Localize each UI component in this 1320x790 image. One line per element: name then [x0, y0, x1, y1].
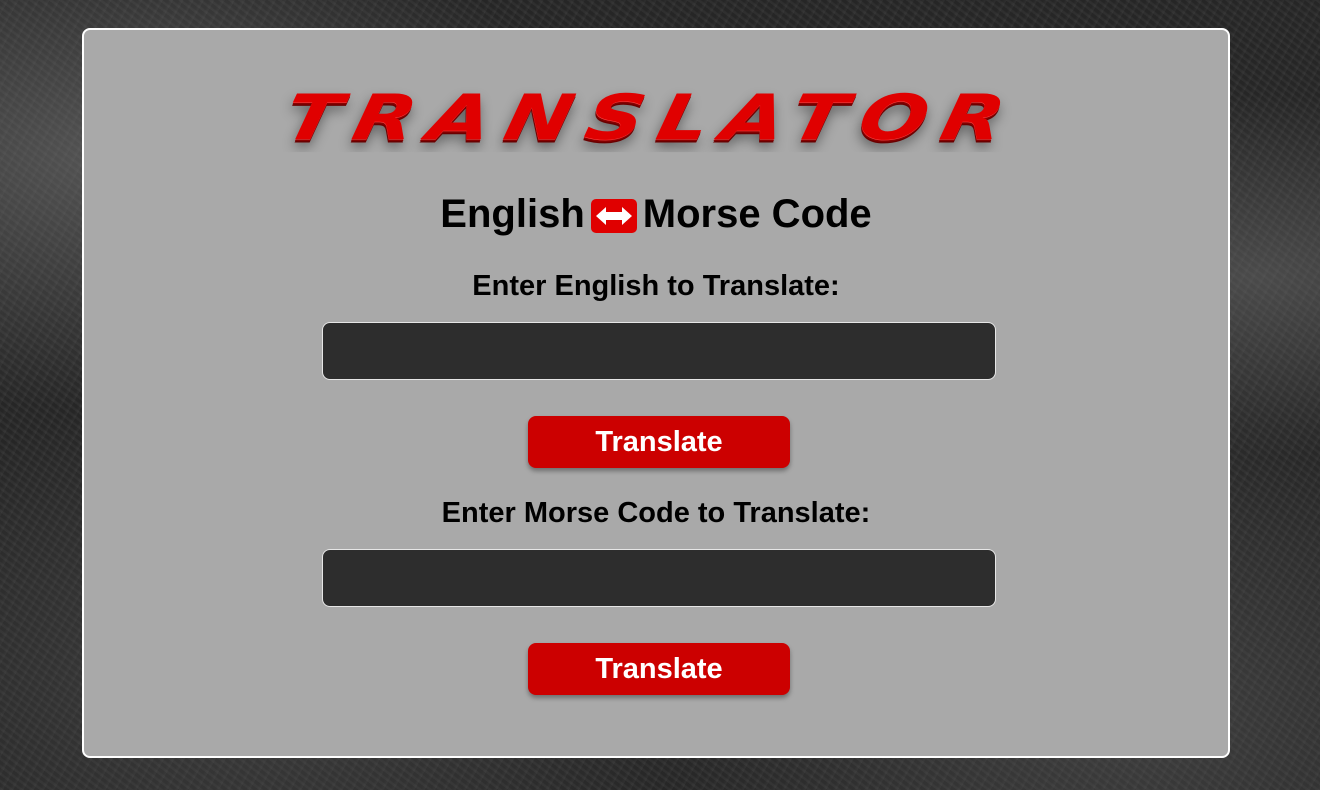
subtitle-english: English	[440, 192, 585, 236]
english-input-label: Enter English to Translate:	[472, 270, 840, 302]
morse-input-label: Enter Morse Code to Translate:	[441, 497, 871, 529]
translate-morse-button[interactable]: Translate	[528, 643, 790, 695]
translator-panel: TRANSLATOR English Morse Code Enter Engl…	[82, 28, 1230, 758]
subtitle-morse: Morse Code	[642, 192, 872, 236]
morse-input[interactable]	[322, 549, 996, 607]
english-input[interactable]	[322, 322, 996, 380]
page-subtitle: English Morse Code	[84, 192, 1228, 237]
translate-english-button[interactable]: Translate	[528, 416, 790, 468]
swap-arrows-icon	[590, 198, 637, 233]
translator-logo: TRANSLATOR	[278, 81, 1026, 153]
